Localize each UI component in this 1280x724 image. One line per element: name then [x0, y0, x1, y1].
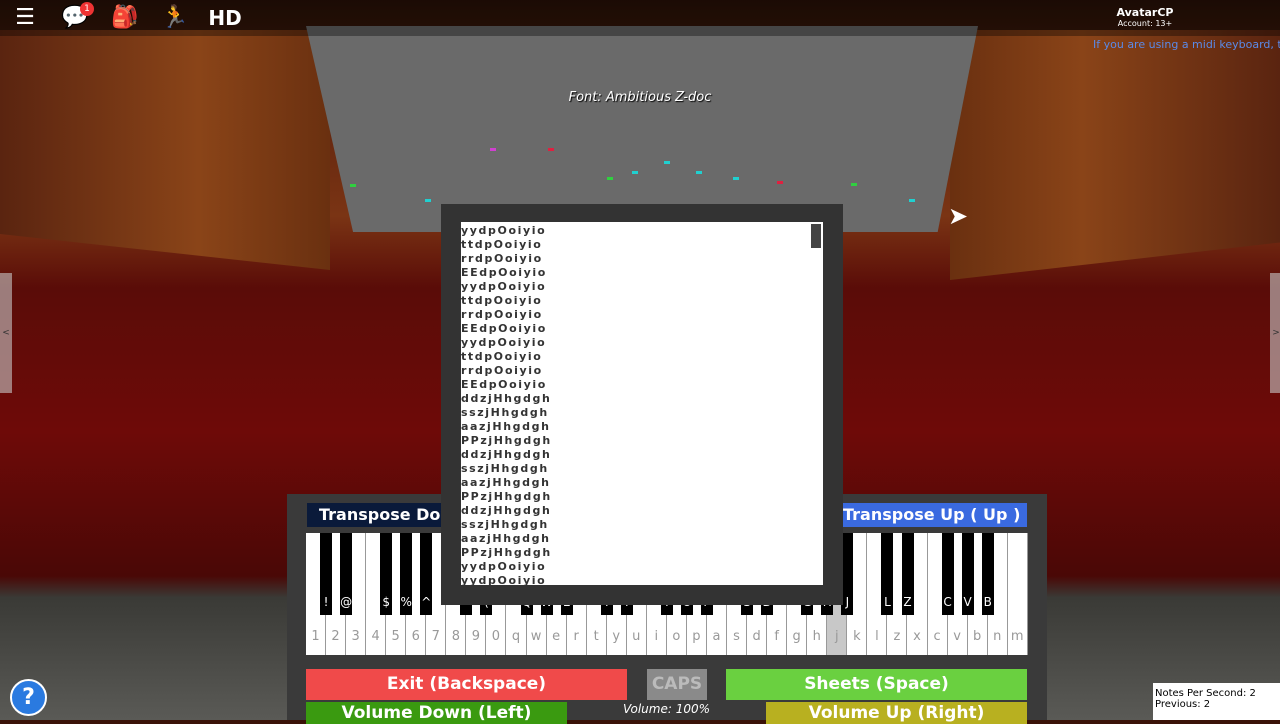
note-dot	[777, 181, 783, 184]
sheet-line: PPzjHhgdgh	[461, 546, 552, 559]
hd-button[interactable]: HD	[208, 4, 242, 32]
emote-icon[interactable]: 🏃	[160, 4, 190, 32]
black-key[interactable]: C	[941, 533, 954, 615]
sheet-line: yydpOoiyio	[461, 560, 547, 573]
sheet-line: aazjHhgdgh	[461, 420, 551, 433]
note-dot	[664, 161, 670, 164]
black-key[interactable]: L	[881, 533, 894, 615]
note-dot	[909, 199, 915, 202]
transpose-up-label: Transpose Up ( Up )	[843, 505, 1021, 524]
account-age: Account: 13+	[1117, 19, 1173, 28]
sheet-line: aazjHhgdgh	[461, 532, 551, 545]
black-key[interactable]: ^	[420, 533, 433, 615]
sheet-line: rrdpOoiyio	[461, 252, 543, 265]
caps-button[interactable]: CAPS	[647, 669, 707, 700]
previous-count: Previous: 2	[1155, 699, 1211, 710]
black-key[interactable]: V	[961, 533, 974, 615]
volume-up-button[interactable]: Volume Up (Right)	[766, 702, 1027, 724]
sheet-line: rrdpOoiyio	[461, 308, 543, 321]
stats-box: Notes Per Second: 2 Previous: 2	[1153, 683, 1280, 720]
midi-hint: If you are using a midi keyboard, type	[1093, 38, 1280, 51]
scrollbar[interactable]	[811, 224, 821, 248]
black-key[interactable]: $	[380, 533, 393, 615]
black-key[interactable]: Z	[901, 533, 914, 615]
sheet-window: yydpOoiyio ttdpOoiyio rrdpOoiyio EEdpOoiyio…	[441, 204, 843, 605]
note-dot	[733, 177, 739, 180]
note-dot	[425, 199, 431, 202]
menu-icon[interactable]: ☰	[10, 4, 40, 32]
top-bar	[0, 0, 1280, 36]
sheet-line: ddzjHhgdgh	[461, 504, 552, 517]
sheet-line: rrdpOoiyio	[461, 364, 543, 377]
note-dot	[851, 183, 857, 186]
backpack-icon[interactable]: 🎒	[110, 4, 140, 32]
volume-label: Volume: 100%	[622, 702, 711, 716]
sheet-line: sszjHhgdgh	[461, 462, 549, 475]
left-wall	[0, 30, 330, 270]
sheet-line: EEdpOoiyio	[461, 266, 547, 279]
sheet-line: EEdpOoiyio	[461, 378, 547, 391]
sheet-line: ttdpOoiyio	[461, 350, 543, 363]
sheet-line: aazjHhgdgh	[461, 476, 551, 489]
sheet-line: ddzjHhgdgh	[461, 392, 552, 405]
chat-badge: 1	[80, 2, 94, 16]
sheet-line: sszjHhgdgh	[461, 518, 549, 531]
sheet-text[interactable]: yydpOoiyio ttdpOoiyio rrdpOoiyio EEdpOoiyio…	[461, 222, 823, 585]
transpose-up-button[interactable]: Transpose Up ( Up )	[843, 503, 1027, 527]
right-tab[interactable]: >	[1270, 273, 1280, 393]
sheet-line: PPzjHhgdgh	[461, 434, 552, 447]
left-tab[interactable]: <	[0, 273, 12, 393]
sheet-line: ttdpOoiyio	[461, 238, 543, 251]
note-dot	[490, 148, 496, 151]
display-screen	[306, 26, 978, 232]
note-dot	[350, 184, 356, 187]
exit-button[interactable]: Exit (Backspace)	[306, 669, 627, 700]
note-dot	[696, 171, 702, 174]
font-label: Font: Ambitious Z-doc	[568, 90, 712, 105]
sheet-line: yydpOoiyio	[461, 224, 547, 237]
volume-down-button[interactable]: Volume Down (Left)	[306, 702, 567, 724]
help-button[interactable]: ?	[10, 679, 47, 716]
white-key-m[interactable]: m	[1007, 533, 1028, 655]
sheet-line: EEdpOoiyio	[461, 322, 547, 335]
sheet-line: sszjHhgdgh	[461, 406, 549, 419]
black-key[interactable]: !	[320, 533, 333, 615]
right-wall	[950, 30, 1280, 280]
transpose-down-button[interactable]: Transpose Down	[307, 503, 443, 527]
sheet-line: ttdpOoiyio	[461, 294, 543, 307]
black-key[interactable]: @	[340, 533, 353, 615]
note-dot	[548, 148, 554, 151]
black-key[interactable]: J	[841, 533, 854, 615]
sheet-line: PPzjHhgdgh	[461, 490, 552, 503]
black-key[interactable]: %	[400, 533, 413, 615]
sheet-line: yydpOoiyio	[461, 280, 547, 293]
notes-per-second: Notes Per Second: 2	[1155, 688, 1256, 699]
sheet-line: ddzjHhgdgh	[461, 448, 552, 461]
note-dot	[632, 171, 638, 174]
sheet-line: yydpOoiyio	[461, 574, 547, 585]
note-dot	[607, 177, 613, 180]
sheet-line: yydpOoiyio	[461, 336, 547, 349]
sheets-button[interactable]: Sheets (Space)	[726, 669, 1027, 700]
black-key[interactable]: B	[981, 533, 994, 615]
username: AvatarCP	[1116, 6, 1174, 19]
